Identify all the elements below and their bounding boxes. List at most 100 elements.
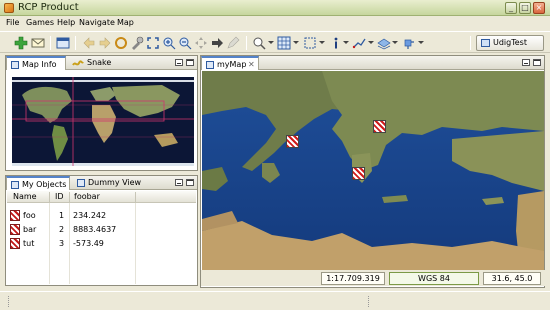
menu-navigate[interactable]: Navigate xyxy=(79,18,115,27)
grid-icon[interactable] xyxy=(277,36,291,50)
toolbar-separator xyxy=(470,36,471,50)
main-toolbar: UdigTest xyxy=(0,31,550,53)
column-header-id[interactable]: ID xyxy=(55,192,64,201)
menu-games[interactable]: Games xyxy=(26,18,54,27)
column-divider[interactable] xyxy=(135,192,136,202)
zoom-out-icon[interactable] xyxy=(178,36,192,50)
tab-mymap[interactable]: myMap ✕ xyxy=(201,56,259,70)
cell-name: bar xyxy=(23,225,37,234)
back-arrow-icon[interactable] xyxy=(82,36,96,50)
map-canvas[interactable] xyxy=(202,71,544,270)
zoom-extent-icon[interactable] xyxy=(146,36,160,50)
maximize-editor-icon[interactable] xyxy=(533,59,541,66)
map-feature-symbol[interactable] xyxy=(352,167,365,180)
menu-file[interactable]: File xyxy=(6,18,19,27)
toolbar-separator xyxy=(75,36,76,50)
chevron-down-icon[interactable] xyxy=(293,41,299,44)
map-status-bar: 1:17.709.319 WGS 84 31.6, 45.0 xyxy=(201,270,545,286)
info-icon[interactable] xyxy=(329,36,343,50)
map-tab-icon xyxy=(206,61,214,69)
toolbar-separator xyxy=(50,36,51,50)
perspective-button[interactable]: UdigTest xyxy=(476,35,544,51)
map-info-tab-icon xyxy=(11,61,19,69)
cell-foobar: 8883.4637 xyxy=(73,225,117,234)
snake-icon xyxy=(72,60,84,66)
status-grip xyxy=(368,296,370,307)
cell-name: foo xyxy=(23,211,36,220)
tool-icon[interactable] xyxy=(130,36,144,50)
layer-icon[interactable] xyxy=(377,36,391,50)
tab-snake[interactable]: Snake xyxy=(68,56,118,70)
tab-dummy-view[interactable]: Dummy View xyxy=(73,176,141,190)
chevron-down-icon[interactable] xyxy=(392,41,398,44)
my-objects-tabbar: My Objects Dummy View xyxy=(6,176,197,190)
minimize-view-icon[interactable] xyxy=(175,59,183,66)
perspective-label: UdigTest xyxy=(493,38,527,47)
window-icon[interactable] xyxy=(56,36,70,50)
selection-icon[interactable] xyxy=(303,36,317,50)
dummy-view-tab-icon xyxy=(77,179,85,187)
object-symbol-icon xyxy=(10,238,20,249)
cell-id: 2 xyxy=(59,225,65,234)
minimize-button[interactable]: _ xyxy=(505,2,517,14)
chevron-down-icon[interactable] xyxy=(268,41,274,44)
maximize-button[interactable]: □ xyxy=(519,2,531,14)
app-icon xyxy=(4,3,14,13)
map-feature-symbol[interactable] xyxy=(286,135,299,148)
pan-icon[interactable] xyxy=(194,36,208,50)
add-icon[interactable] xyxy=(14,36,28,50)
status-grip xyxy=(8,296,10,307)
menu-help[interactable]: Help xyxy=(57,18,75,27)
close-tab-icon[interactable]: ✕ xyxy=(248,60,255,69)
chevron-down-icon[interactable] xyxy=(418,41,424,44)
maximize-view-icon[interactable] xyxy=(186,179,194,186)
map-editor: myMap ✕ xyxy=(200,55,545,288)
chevron-down-icon[interactable] xyxy=(343,41,349,44)
menu-map[interactable]: Map xyxy=(117,18,134,27)
tab-map-info[interactable]: Map Info xyxy=(6,56,66,70)
tab-my-objects[interactable]: My Objects xyxy=(6,176,70,190)
tab-map-info-label: Map Info xyxy=(22,60,57,69)
column-header-name[interactable]: Name xyxy=(13,192,37,201)
maximize-view-icon[interactable] xyxy=(186,59,194,66)
my-objects-panel: My Objects Dummy View Name ID foobar foo… xyxy=(5,175,198,286)
perspective-icon xyxy=(481,39,490,47)
crs-field[interactable]: WGS 84 xyxy=(389,272,479,285)
chevron-down-icon[interactable] xyxy=(368,41,374,44)
coordinates-field: 31.6, 45.0 xyxy=(483,272,541,285)
column-header-foobar[interactable]: foobar xyxy=(74,192,100,201)
cell-id: 3 xyxy=(59,239,65,248)
edit-icon[interactable] xyxy=(226,36,240,50)
window-title: RCP Product xyxy=(18,2,79,13)
cell-foobar: 234.242 xyxy=(73,211,107,220)
cell-foobar: -573.49 xyxy=(73,239,104,248)
toolbar-separator xyxy=(246,36,247,50)
tab-my-objects-label: My Objects xyxy=(22,180,67,189)
column-divider[interactable] xyxy=(69,192,70,202)
minimize-editor-icon[interactable] xyxy=(522,59,530,66)
mail-icon[interactable] xyxy=(31,36,45,50)
table-row[interactable]: foo 1 234.242 xyxy=(7,209,196,223)
forward-arrow-icon[interactable] xyxy=(98,36,112,50)
draw-line-icon[interactable] xyxy=(352,36,366,50)
objects-table-header: Name ID foobar xyxy=(7,191,196,203)
next-icon[interactable] xyxy=(210,36,224,50)
scale-field[interactable]: 1:17.709.319 xyxy=(321,272,385,285)
column-divider[interactable] xyxy=(49,192,50,202)
close-button[interactable]: × xyxy=(533,2,545,14)
plugin-icon[interactable] xyxy=(402,36,416,50)
world-overview-map[interactable] xyxy=(12,77,194,166)
cell-name: tut xyxy=(23,239,35,248)
minimize-view-icon[interactable] xyxy=(175,179,183,186)
refresh-icon[interactable] xyxy=(114,36,128,50)
table-row[interactable]: tut 3 -573.49 xyxy=(7,237,196,251)
object-symbol-icon xyxy=(10,210,20,221)
table-row[interactable]: bar 2 8883.4637 xyxy=(7,223,196,237)
object-symbol-icon xyxy=(10,224,20,235)
zoom-in-icon[interactable] xyxy=(162,36,176,50)
search-icon[interactable] xyxy=(252,36,266,50)
map-feature-symbol[interactable] xyxy=(373,120,386,133)
chevron-down-icon[interactable] xyxy=(319,41,325,44)
cell-id: 1 xyxy=(59,211,65,220)
map-info-tabbar: Map Info Snake xyxy=(6,56,197,70)
